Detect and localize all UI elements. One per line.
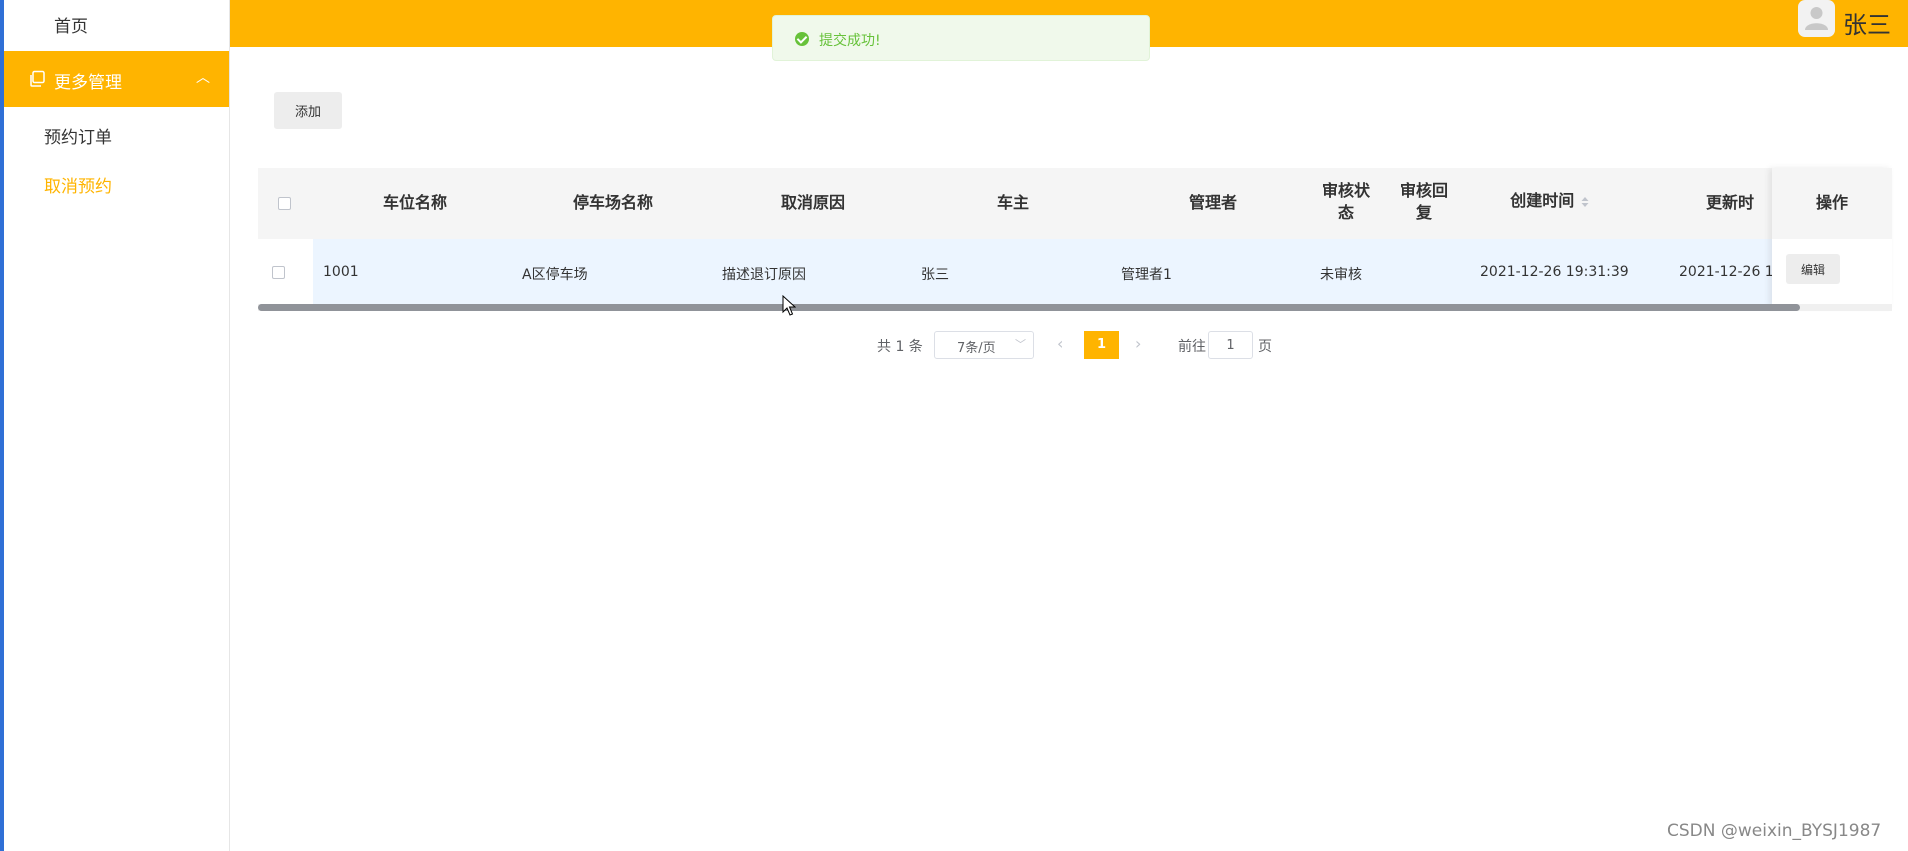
page-size-select[interactable]: 7条/页 ﹀	[934, 331, 1034, 359]
column-header-owner: 车主	[996, 193, 1029, 212]
column-header-lot-name: 停车场名称	[572, 193, 653, 212]
sidebar-item-reservation-orders[interactable]: 预约订单	[44, 123, 112, 148]
cell-manager: 管理者1	[1121, 267, 1172, 283]
table-row[interactable]: 1001 A区停车场 描述退订原因 张三 管理者1 未审核 2021-12-26…	[258, 239, 1892, 308]
cell-created-time: 2021-12-26 19:31:39	[1480, 264, 1629, 280]
column-header-created-time[interactable]: 创建时间	[1500, 190, 1600, 212]
username[interactable]: 张三	[1843, 5, 1891, 40]
next-page-icon[interactable]: ›	[1135, 334, 1141, 353]
sidebar-group-more-management[interactable]: 更多管理 ︿	[4, 51, 229, 107]
fixed-action-column: 操作 编辑	[1772, 168, 1892, 307]
toast-message: 提交成功!	[819, 33, 881, 49]
column-header-audit-reply: 审核回复	[1399, 181, 1448, 222]
cell-space-name: 1001	[323, 264, 359, 280]
sidebar: 首页 更多管理 ︿ 预约订单 取消预约	[4, 0, 230, 851]
column-header-space-name: 车位名称	[382, 193, 447, 212]
select-all-checkbox[interactable]	[278, 197, 291, 210]
check-circle-icon	[795, 32, 809, 46]
cell-updated-time: 2021-12-26 1	[1679, 264, 1774, 280]
pagination: 共 1 条 7条/页 ﹀ ‹ 1 › 前往 页	[0, 331, 1908, 359]
sidebar-item-home[interactable]: 首页	[54, 12, 88, 37]
success-toast: 提交成功!	[772, 15, 1150, 61]
watermark: CSDN @weixin_BYSJ1987	[1667, 821, 1882, 841]
column-header-audit-status: 审核状态	[1321, 181, 1370, 222]
prev-page-icon[interactable]: ‹	[1057, 334, 1063, 353]
column-header-action: 操作	[1815, 193, 1848, 212]
pagination-total: 共 1 条	[877, 339, 923, 355]
goto-suffix: 页	[1258, 339, 1272, 355]
mouse-cursor-icon	[782, 295, 796, 316]
horizontal-scrollbar-thumb[interactable]	[258, 304, 1800, 311]
chevron-down-icon: ﹀	[1015, 338, 1026, 351]
copy-icon	[30, 70, 45, 87]
column-header-manager: 管理者	[1188, 193, 1237, 212]
row-checkbox[interactable]	[272, 266, 285, 279]
sort-caret-icon[interactable]	[1580, 195, 1590, 209]
user-avatar-icon[interactable]	[1798, 0, 1835, 37]
cell-owner: 张三	[921, 267, 949, 283]
person-icon	[1805, 7, 1828, 30]
cell-lot-name: A区停车场	[522, 267, 588, 283]
cancel-reservation-table: 车位名称 停车场名称 取消原因 车主 管理者 审核状态 审核回复 创建时间 更新…	[258, 168, 1892, 312]
edit-button[interactable]: 编辑	[1786, 254, 1840, 284]
add-button[interactable]: 添加	[274, 92, 342, 129]
goto-label: 前往	[1178, 339, 1206, 355]
chevron-up-icon: ︿	[196, 70, 210, 86]
page-number-current[interactable]: 1	[1084, 331, 1119, 359]
cell-status: 未审核	[1320, 267, 1362, 283]
sidebar-item-cancel-reservation[interactable]: 取消预约	[44, 172, 112, 197]
sidebar-group-label: 更多管理	[54, 73, 122, 93]
page-size-value: 7条/页	[957, 341, 996, 356]
column-header-reason: 取消原因	[780, 193, 845, 212]
goto-page-input[interactable]	[1208, 331, 1253, 359]
cell-reason: 描述退订原因	[722, 267, 806, 283]
created-time-label: 创建时间	[1510, 191, 1575, 210]
table-header: 车位名称 停车场名称 取消原因 车主 管理者 审核状态 审核回复 创建时间 更新…	[258, 168, 1892, 239]
action-column-header: 操作	[1772, 168, 1892, 239]
